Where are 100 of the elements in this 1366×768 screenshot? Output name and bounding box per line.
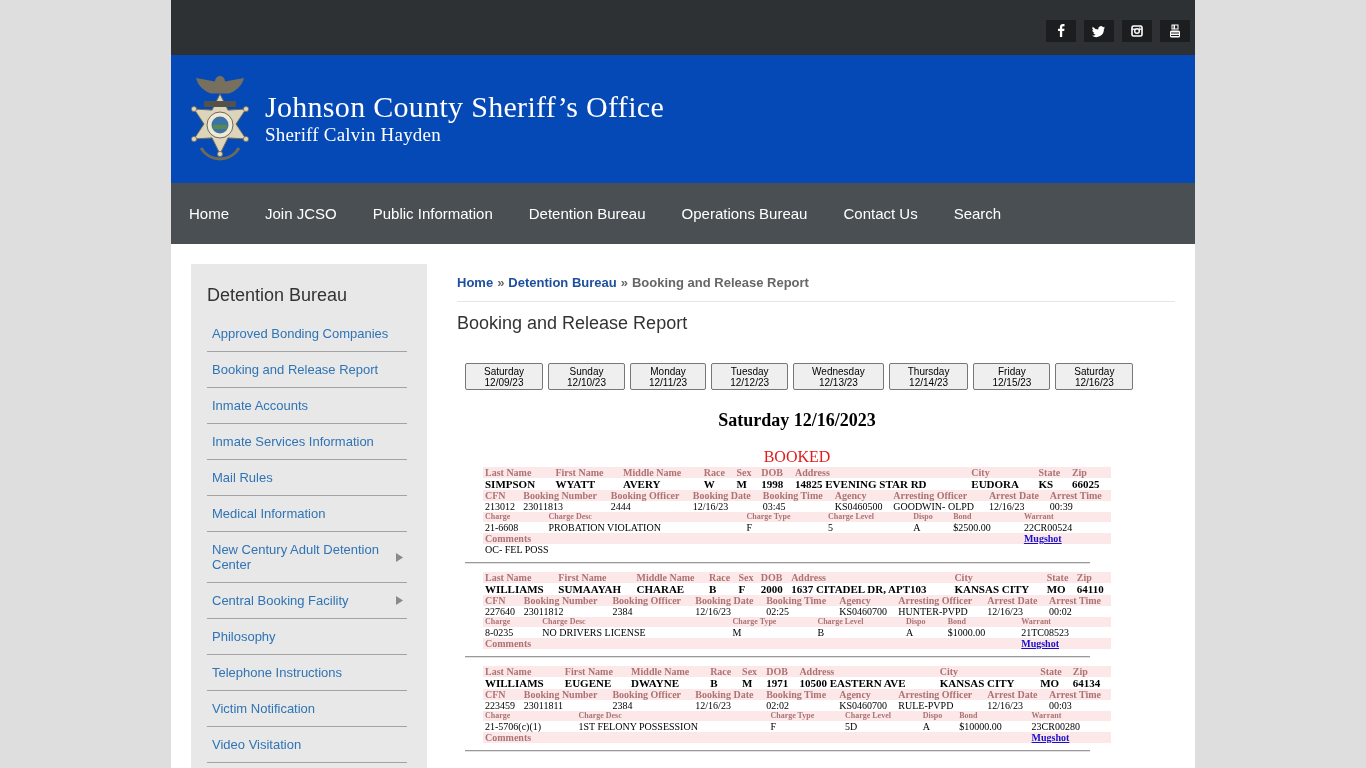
day-button[interactable]: Sunday 12/10/23 [548, 363, 625, 390]
sidebar-link[interactable]: Medical Information [207, 496, 407, 532]
field-value: NO DRIVERS LICENSE [542, 627, 646, 638]
facebook-icon[interactable] [1046, 20, 1076, 42]
field-label: Zip [1072, 666, 1088, 677]
nav-link[interactable]: Home [171, 203, 247, 224]
nav-link[interactable]: Contact Us [825, 203, 936, 224]
nav-link[interactable]: Public Information [354, 203, 511, 224]
field-label: Dispo [922, 711, 943, 720]
field-label: Booking Time [766, 689, 827, 700]
day-button[interactable]: Saturday 12/16/23 [1055, 363, 1134, 390]
sidebar-link[interactable]: Approved Bonding Companies [207, 316, 407, 352]
field-label: State [1040, 666, 1062, 677]
day-button[interactable]: Friday 12/15/23 [973, 363, 1051, 390]
field-value: KS0460700 [839, 700, 887, 711]
sidebar-link[interactable]: Philosophy [207, 619, 407, 655]
sidebar-title: Detention Bureau [207, 284, 349, 306]
field-label: Arrest Time [1049, 689, 1101, 700]
field-value: 23011811 [523, 700, 564, 711]
field-value: 227640 [485, 606, 515, 617]
field-label: Booking Officer [612, 689, 682, 700]
field-value: 64110 [1076, 583, 1104, 595]
field-label: Charge Desc [548, 512, 592, 521]
field-label: Arresting Officer [893, 490, 968, 501]
field-label: Booking Date [695, 689, 754, 700]
field-value: 223459 [485, 700, 515, 711]
field-label: Booking Date [695, 595, 754, 606]
field-value: 12/16/23 [695, 606, 731, 617]
mugshot-link[interactable]: Mugshot [1023, 533, 1062, 544]
field-value: 00:39 [1049, 501, 1073, 512]
day-button[interactable]: Monday 12/11/23 [629, 363, 707, 390]
day-button[interactable]: Thursday 12/14/23 [888, 363, 969, 390]
field-value: 2000 [760, 583, 783, 595]
field-label: Charge Desc [542, 617, 586, 626]
field-label: Race [710, 666, 732, 677]
field-value: SIMPSON [485, 478, 536, 490]
field-value: 00:03 [1049, 700, 1072, 711]
breadcrumb-link[interactable]: Detention Bureau [508, 275, 617, 290]
twitter-bird-icon[interactable] [1084, 20, 1114, 42]
field-value: 12/16/23 [692, 501, 729, 512]
field-label: Charge Level [828, 512, 875, 521]
field-label: Comments [485, 638, 532, 649]
field-value: A [922, 721, 930, 732]
field-label: Middle Name [623, 467, 682, 478]
field-label: Charge Type [746, 512, 791, 521]
nav-link[interactable]: Search [935, 203, 1020, 224]
field-value: WILLIAMS [485, 677, 544, 689]
breadcrumb-separator: » [620, 275, 628, 290]
day-button[interactable]: Wednesday 12/13/23 [793, 363, 884, 390]
report-date-heading: Saturday 12/16/2023 [717, 409, 877, 431]
mugshot-link[interactable]: Mugshot [1021, 638, 1059, 649]
nav-link[interactable]: Operations Bureau [663, 203, 826, 224]
field-value: EUGENE [564, 677, 612, 689]
sidebar-link[interactable]: Telephone Instructions [207, 655, 407, 691]
field-value: RULE-PVPD [898, 700, 954, 711]
field-value: KS [1038, 478, 1054, 490]
field-label: State [1046, 572, 1069, 583]
field-label: Charge Level [844, 711, 891, 720]
field-label: Address [799, 666, 835, 677]
field-value: PROBATION VIOLATION [548, 522, 661, 533]
field-label: Charge Type [732, 617, 777, 626]
field-label: Zip [1071, 467, 1087, 478]
nav-link[interactable]: Join JCSO [247, 203, 355, 224]
day-button[interactable]: Tuesday 12/12/23 [711, 363, 789, 390]
field-value: 1971 [766, 677, 789, 689]
field-value: GOODWIN- OLPD [893, 501, 975, 512]
field-label: Last Name [485, 467, 532, 478]
field-label: Agency [834, 490, 867, 501]
field-value: KANSAS CITY [939, 677, 1015, 689]
field-value: KS0460700 [839, 606, 887, 617]
mugshot-link[interactable]: Mugshot [1031, 732, 1070, 743]
field-value: KANSAS CITY [954, 583, 1030, 595]
sidebar-link[interactable]: Victim Notification [207, 691, 407, 727]
nav-link[interactable]: Detention Bureau [510, 203, 664, 224]
sidebar-link[interactable]: Mail Rules [207, 460, 407, 496]
day-button[interactable]: Saturday 12/09/23 [465, 363, 544, 390]
sidebar-link[interactable]: Inmate Services Information [207, 424, 407, 460]
field-label: Warrant [1021, 617, 1051, 626]
field-label: Sex [736, 467, 752, 478]
page-title: Booking and Release Report [457, 312, 689, 334]
site-subtitle: Sheriff Calvin Hayden [265, 123, 442, 146]
field-value: A [913, 522, 921, 533]
field-label: DOB [766, 666, 788, 677]
instagram-camera-icon[interactable] [1122, 20, 1152, 42]
field-value: 2384 [612, 606, 633, 617]
field-value: MO [1040, 677, 1060, 689]
field-label: Last Name [485, 572, 532, 583]
sidebar-link[interactable]: Central Booking Facility [207, 583, 407, 619]
sidebar-link[interactable]: Video Visitation [207, 727, 407, 763]
field-label: City [971, 467, 990, 478]
youtube-icon[interactable] [1160, 20, 1190, 42]
field-label: City [954, 572, 973, 583]
sidebar-link[interactable]: New Century Adult Detention Center [207, 532, 407, 583]
breadcrumb-link[interactable]: Home [457, 275, 494, 290]
sidebar-link[interactable]: Inmate Accounts [207, 388, 407, 424]
field-label: First Name [564, 666, 613, 677]
field-value: 12/16/23 [987, 700, 1023, 711]
field-label: Charge Level [817, 617, 864, 626]
field-label: Dispo [913, 512, 933, 521]
sidebar-link[interactable]: Booking and Release Report [207, 352, 407, 388]
